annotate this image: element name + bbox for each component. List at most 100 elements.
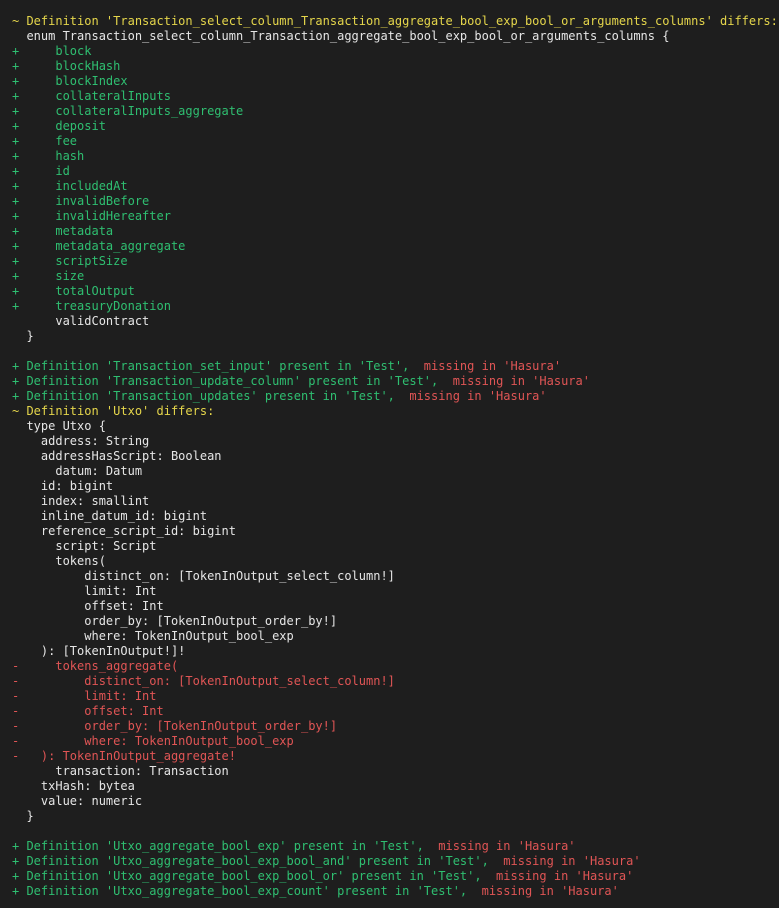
terminal-line: + Definition 'Utxo_aggregate_bool_exp_bo… <box>12 854 779 869</box>
terminal-line-segment: tokens( <box>12 554 106 568</box>
terminal-line: } <box>12 329 779 344</box>
terminal-line-segment: validContract <box>12 314 150 328</box>
terminal-line: + invalidHereafter <box>12 209 779 224</box>
terminal-line: + collateralInputs_aggregate <box>12 104 779 119</box>
terminal-line: ~ Definition 'Utxo' differs: <box>12 404 779 419</box>
terminal-line-segment: ~ Definition 'Utxo' differs: <box>12 404 215 418</box>
terminal-line-segment: + Definition 'Transaction_update_column'… <box>12 374 439 388</box>
terminal-line: + Definition 'Utxo_aggregate_bool_exp' p… <box>12 839 779 854</box>
terminal-line-segment: transaction: Transaction <box>12 764 229 778</box>
terminal-line-segment: + hash <box>12 149 85 163</box>
terminal-line: + Definition 'Utxo_aggregate_bool_exp_bo… <box>12 869 779 884</box>
terminal-line-segment: distinct_on: [TokenInOutput_select_colum… <box>12 569 395 583</box>
terminal-line: ~ Definition 'Transaction_select_column_… <box>12 14 779 29</box>
terminal-line-segment: + Definition 'Utxo_aggregate_bool_exp_bo… <box>12 869 482 883</box>
terminal-line: - ): TokenInOutput_aggregate! <box>12 749 779 764</box>
terminal-line-segment: - distinct_on: [TokenInOutput_select_col… <box>12 674 395 688</box>
terminal-line-segment: script: Script <box>12 539 157 553</box>
terminal-line-segment: + totalOutput <box>12 284 135 298</box>
terminal-line: + totalOutput <box>12 284 779 299</box>
terminal-line-segment: + id <box>12 164 70 178</box>
terminal-line-segment: missing in 'Hasura' <box>409 359 562 373</box>
terminal-line: - offset: Int <box>12 704 779 719</box>
terminal-line-segment: } <box>12 809 34 823</box>
terminal-line-segment: + invalidHereafter <box>12 209 171 223</box>
terminal-line-segment: - ): TokenInOutput_aggregate! <box>12 749 236 763</box>
terminal-line: where: TokenInOutput_bool_exp <box>12 629 779 644</box>
terminal-line-segment: - order_by: [TokenInOutput_order_by!] <box>12 719 338 733</box>
terminal-line: index: smallint <box>12 494 779 509</box>
terminal-line-segment: + Definition 'Utxo_aggregate_bool_exp_co… <box>12 884 468 898</box>
terminal-line-segment: + blockIndex <box>12 74 128 88</box>
terminal-line: + metadata_aggregate <box>12 239 779 254</box>
terminal-line-segment: + treasuryDonation <box>12 299 171 313</box>
terminal-line-segment: + scriptSize <box>12 254 128 268</box>
terminal-line: id: bigint <box>12 479 779 494</box>
terminal-line-segment: + includedAt <box>12 179 128 193</box>
terminal-line: ): [TokenInOutput!]! <box>12 644 779 659</box>
terminal-output: ~ Definition 'Transaction_select_column_… <box>12 14 779 899</box>
terminal-line: + Definition 'Transaction_set_input' pre… <box>12 359 779 374</box>
terminal-line: inline_datum_id: bigint <box>12 509 779 524</box>
terminal-line: distinct_on: [TokenInOutput_select_colum… <box>12 569 779 584</box>
terminal-line-segment: missing in 'Hasura' <box>488 854 641 868</box>
terminal-line: transaction: Transaction <box>12 764 779 779</box>
terminal-line-segment: + Definition 'Utxo_aggregate_bool_exp' p… <box>12 839 424 853</box>
terminal-line: + includedAt <box>12 179 779 194</box>
terminal-line-segment: - offset: Int <box>12 704 164 718</box>
terminal-line: + scriptSize <box>12 254 779 269</box>
terminal-line: address: String <box>12 434 779 449</box>
terminal-line-segment: + invalidBefore <box>12 194 150 208</box>
terminal-line: offset: Int <box>12 599 779 614</box>
terminal-line-segment: missing in 'Hasura' <box>438 374 590 388</box>
terminal-line-segment: id: bigint <box>12 479 114 493</box>
terminal-line: validContract <box>12 314 779 329</box>
terminal-line: limit: Int <box>12 584 779 599</box>
terminal-line-segment: ): [TokenInOutput!]! <box>12 644 186 658</box>
terminal-line: type Utxo { <box>12 419 779 434</box>
terminal-line: + Definition 'Transaction_updates' prese… <box>12 389 779 404</box>
terminal-line: order_by: [TokenInOutput_order_by!] <box>12 614 779 629</box>
terminal-line-segment: inline_datum_id: bigint <box>12 509 208 523</box>
terminal-line: tokens( <box>12 554 779 569</box>
terminal-line-segment: where: TokenInOutput_bool_exp <box>12 629 294 643</box>
terminal-line-segment: + fee <box>12 134 78 148</box>
terminal-line-segment: missing in 'Hasura' <box>481 869 634 883</box>
terminal-line: + fee <box>12 134 779 149</box>
terminal-line: - distinct_on: [TokenInOutput_select_col… <box>12 674 779 689</box>
terminal-line-segment: missing in 'Hasura' <box>394 389 547 403</box>
terminal-line-segment: limit: Int <box>12 584 157 598</box>
terminal-line: addressHasScript: Boolean <box>12 449 779 464</box>
terminal-line: - order_by: [TokenInOutput_order_by!] <box>12 719 779 734</box>
terminal-line: - where: TokenInOutput_bool_exp <box>12 734 779 749</box>
terminal-line-segment: txHash: bytea <box>12 779 135 793</box>
terminal-line: + block <box>12 44 779 59</box>
terminal-line: - tokens_aggregate( <box>12 659 779 674</box>
terminal-line-segment: address: String <box>12 434 150 448</box>
terminal-line-segment: missing in 'Hasura' <box>467 884 619 898</box>
terminal-line-segment: value: numeric <box>12 794 143 808</box>
terminal-line-segment: enum Transaction_select_column_Transacti… <box>12 29 670 43</box>
terminal-line-segment: reference_script_id: bigint <box>12 524 236 538</box>
terminal-line-segment: ~ Definition 'Transaction_select_column_… <box>12 14 778 28</box>
terminal-line: script: Script <box>12 539 779 554</box>
terminal-line-segment: + size <box>12 269 85 283</box>
terminal-line: } <box>12 809 779 824</box>
terminal-line-segment: - limit: Int <box>12 689 157 703</box>
terminal-line: + size <box>12 269 779 284</box>
terminal-line: datum: Datum <box>12 464 779 479</box>
terminal-line: + hash <box>12 149 779 164</box>
terminal-line-segment: + deposit <box>12 119 106 133</box>
terminal-line-segment: index: smallint <box>12 494 150 508</box>
terminal-line-segment: order_by: [TokenInOutput_order_by!] <box>12 614 338 628</box>
terminal-line-segment: missing in 'Hasura' <box>423 839 576 853</box>
terminal-line-segment: + Definition 'Transaction_set_input' pre… <box>12 359 410 373</box>
terminal-line-segment: } <box>12 329 34 343</box>
terminal-line-segment: + metadata <box>12 224 114 238</box>
terminal-line-segment: - tokens_aggregate( <box>12 659 179 673</box>
terminal-line-segment: type Utxo { <box>12 419 106 433</box>
terminal-line: + collateralInputs <box>12 89 779 104</box>
terminal-line: reference_script_id: bigint <box>12 524 779 539</box>
